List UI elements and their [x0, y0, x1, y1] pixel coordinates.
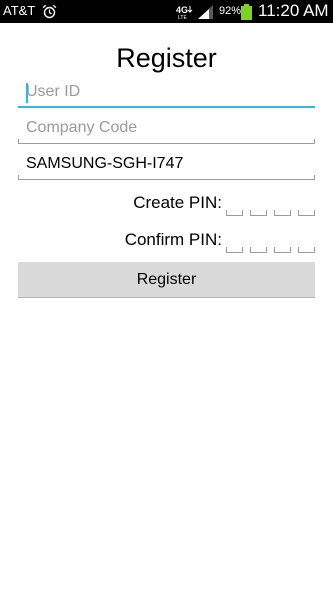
battery-icon [241, 4, 252, 20]
create-pin-digit-2[interactable] [250, 210, 267, 216]
4g-lte-icon: 4G LTE [176, 5, 193, 20]
clock: 11:20 AM [258, 1, 329, 20]
device-name-field[interactable]: SAMSUNG-SGH-I747 [18, 152, 315, 180]
confirm-pin-digit-1[interactable] [226, 247, 243, 253]
create-pin-digit-1[interactable] [226, 210, 243, 216]
confirm-pin-label: Confirm PIN: [124, 230, 222, 249]
create-pin-digit-4[interactable] [298, 210, 315, 216]
confirm-pin-digit-3[interactable] [274, 247, 291, 253]
confirm-pin-digit-4[interactable] [298, 247, 315, 253]
carrier-label: AT&T [3, 3, 36, 18]
create-pin-digit-3[interactable] [274, 210, 291, 216]
status-bar: AT&T 4G LTE 92% 11:20 AM [0, 0, 333, 23]
company-code-field[interactable]: Company Code [18, 116, 315, 144]
page-title: Register [116, 43, 217, 73]
user-id-placeholder: User ID [26, 83, 81, 100]
svg-text:LTE: LTE [178, 15, 187, 20]
company-code-placeholder: Company Code [26, 119, 138, 136]
device-name-value: SAMSUNG-SGH-I747 [26, 155, 184, 172]
alarm-clock-icon [42, 4, 57, 19]
create-pin-label: Create PIN: [133, 193, 222, 212]
text-cursor [26, 83, 28, 103]
battery-percent: 92% [219, 5, 242, 17]
svg-text:4G: 4G [176, 5, 188, 15]
signal-strength-icon [198, 5, 213, 19]
confirm-pin-digit-2[interactable] [250, 247, 267, 253]
register-button[interactable]: Register [18, 262, 315, 298]
user-id-field[interactable]: User ID [18, 80, 315, 108]
